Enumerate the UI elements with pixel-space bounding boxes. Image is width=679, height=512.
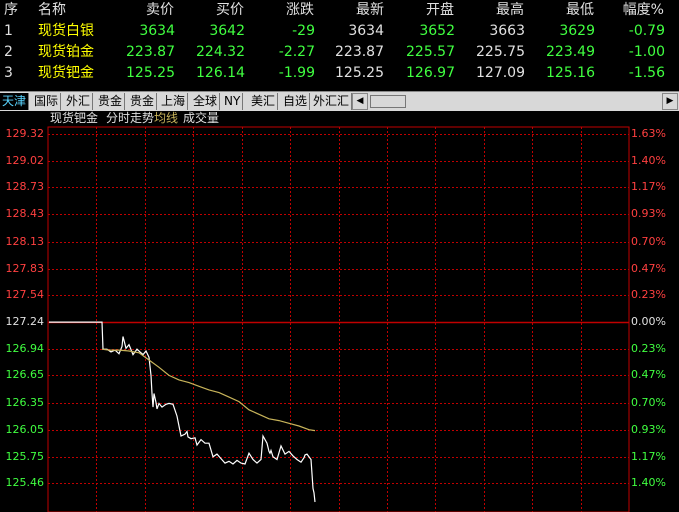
- y-tick-label: 128.13: [5, 234, 45, 248]
- y-tick-label: 126.94: [5, 342, 45, 356]
- y-tick-label: 125.46: [5, 476, 45, 489]
- pct-tick-label: 0.70%: [631, 395, 666, 409]
- pct-tick-label: 0.70%: [631, 234, 666, 248]
- y-tick-label: 128.73: [5, 180, 45, 194]
- y-tick-label: 129.32: [5, 127, 45, 140]
- pct-tick-label: 1.17%: [631, 180, 666, 194]
- pct-tick-label: 1.40%: [631, 476, 666, 489]
- y-tick-label: 127.24: [5, 315, 45, 329]
- y-tick-label: 128.43: [5, 207, 45, 221]
- pct-tick-label: 0.23%: [631, 287, 666, 301]
- pct-tick-label: 0.93%: [631, 207, 666, 221]
- intraday-chart: [47, 126, 630, 512]
- pct-tick-label: 0.23%: [631, 342, 666, 356]
- pct-tick-label: 1.40%: [631, 154, 666, 168]
- pct-tick-label: 0.00%: [631, 315, 666, 329]
- pct-tick-label: 0.47%: [631, 368, 666, 382]
- average-line: [101, 348, 316, 432]
- y-tick-label: 127.83: [5, 261, 45, 275]
- y-tick-label: 126.05: [5, 422, 45, 436]
- y-tick-label: 125.75: [5, 449, 45, 463]
- pct-tick-label: 0.93%: [631, 422, 666, 436]
- y-tick-label: 126.35: [5, 395, 45, 409]
- pct-tick-label: 1.63%: [631, 127, 666, 140]
- y-tick-label: 127.54: [5, 287, 45, 301]
- chart-frame: [47, 126, 630, 512]
- y-tick-label: 129.02: [5, 154, 45, 168]
- pct-tick-label: 1.17%: [631, 449, 666, 463]
- pct-tick-label: 0.47%: [631, 261, 666, 275]
- y-tick-label: 126.65: [5, 368, 45, 382]
